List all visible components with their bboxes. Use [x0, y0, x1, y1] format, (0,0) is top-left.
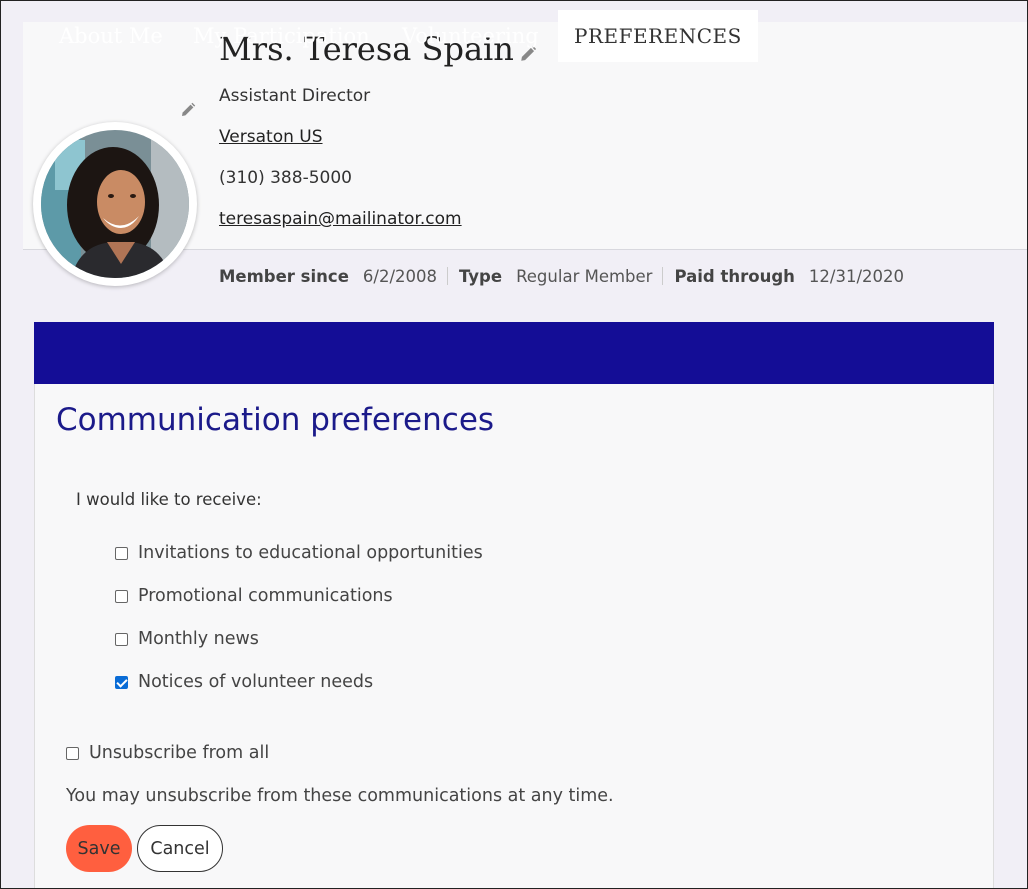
paid-through-label: Paid through — [674, 266, 795, 286]
type-value: Regular Member — [516, 266, 653, 286]
cancel-button[interactable]: Cancel — [137, 825, 223, 872]
checkbox[interactable] — [115, 589, 128, 603]
checkbox[interactable] — [115, 632, 128, 646]
tab-my-participation[interactable]: My Participation — [193, 10, 370, 62]
paid-through-value: 12/31/2020 — [808, 266, 904, 286]
unsubscribe-label: Unsubscribe from all — [89, 743, 270, 763]
option-volunteer-needs[interactable]: Notices of volunteer needs — [115, 670, 373, 694]
option-promotional[interactable]: Promotional communications — [115, 584, 393, 608]
option-label: Monthly news — [138, 629, 259, 649]
unsubscribe-checkbox[interactable] — [66, 746, 79, 760]
profile-email-link[interactable]: teresaspain@mailinator.com — [219, 209, 462, 229]
profile-phone: (310) 388-5000 — [219, 168, 352, 188]
checkbox-checked[interactable] — [115, 675, 128, 689]
divider — [447, 267, 448, 285]
page-title: Communication preferences — [56, 402, 495, 438]
unsubscribe-all-option[interactable]: Unsubscribe from all — [66, 741, 269, 765]
profile-title: Assistant Director — [219, 86, 371, 106]
member-since-value: 6/2/2008 — [362, 266, 437, 286]
avatar-edit-icon[interactable] — [180, 102, 196, 118]
membership-details: Member since 6/2/2008 Type Regular Membe… — [219, 264, 914, 288]
tab-preferences[interactable]: PREFERENCES — [558, 10, 758, 62]
option-label: Notices of volunteer needs — [138, 672, 374, 692]
avatar — [41, 130, 189, 278]
receive-intro: I would like to receive: — [76, 490, 262, 509]
profile-company-link[interactable]: Versaton US — [219, 127, 323, 147]
avatar-frame — [33, 122, 197, 286]
profile-tabs — [34, 322, 994, 384]
unsubscribe-note: You may unsubscribe from these communica… — [66, 786, 614, 806]
checkbox[interactable] — [115, 546, 128, 560]
option-educational[interactable]: Invitations to educational opportunities — [115, 541, 483, 565]
tab-volunteering[interactable]: Volunteering — [402, 10, 539, 62]
option-label: Invitations to educational opportunities — [138, 543, 483, 563]
option-label: Promotional communications — [138, 586, 393, 606]
divider — [662, 267, 664, 285]
tab-about-me[interactable]: About Me — [59, 10, 163, 62]
type-label: Type — [459, 266, 503, 286]
save-button[interactable]: Save — [66, 825, 132, 872]
option-monthly-news[interactable]: Monthly news — [115, 627, 259, 651]
member-since-label: Member since — [219, 266, 349, 286]
